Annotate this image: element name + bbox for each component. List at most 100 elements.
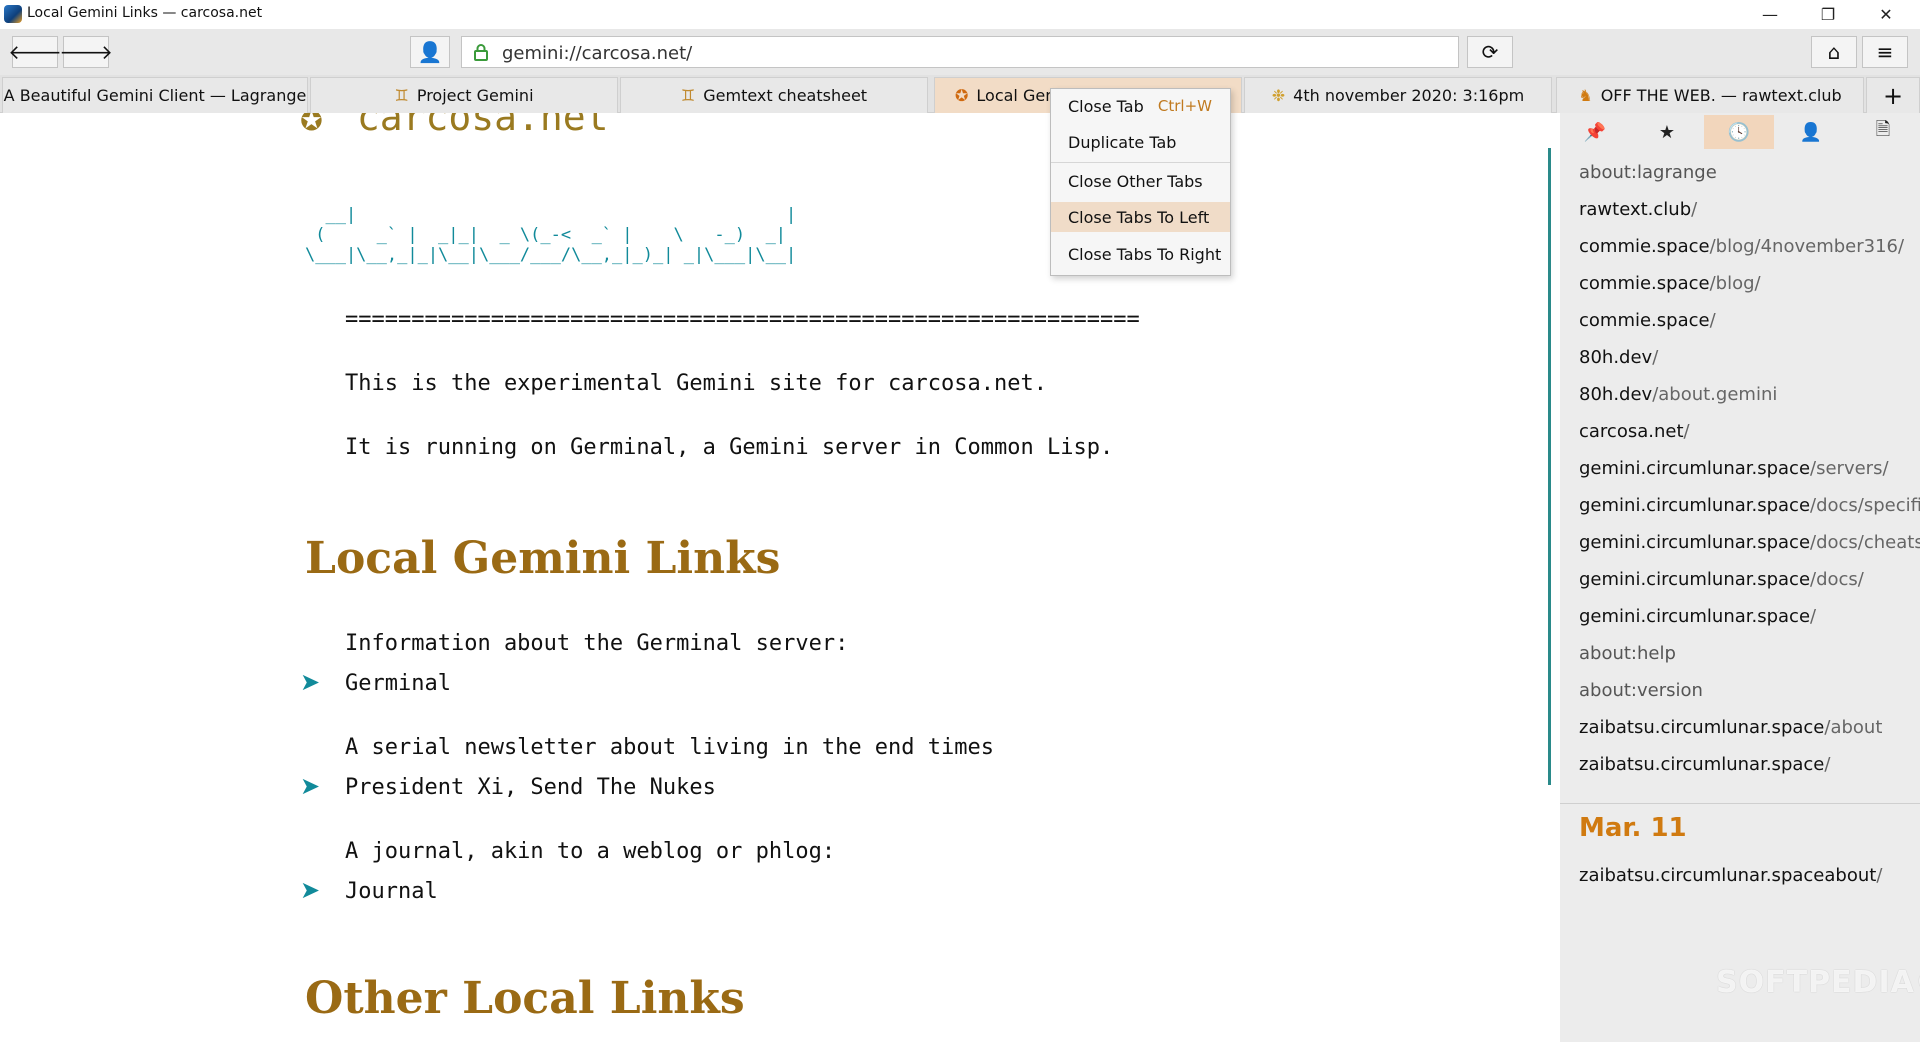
document-icon: 🗎	[1875, 119, 1891, 140]
tab-lagrange[interactable]: A Beautiful Gemini Client — Lagrange	[2, 77, 308, 113]
history-host: gemini.circumlunar.space	[1579, 606, 1811, 627]
tab-off-the-web[interactable]: ♞ OFF THE WEB. — rawtext.club	[1556, 77, 1864, 113]
home-button[interactable]: ⌂	[1811, 36, 1857, 68]
history-path: /docs/cheatshe	[1810, 532, 1920, 553]
history-path: /about.gemini	[1652, 384, 1778, 405]
menu-separator	[1051, 162, 1230, 163]
history-path: about:version	[1579, 680, 1703, 701]
menu-item-label: Close Tab	[1068, 96, 1144, 116]
history-item[interactable]: carcosa.net/	[1579, 421, 1690, 442]
history-host: 80h.dev	[1579, 384, 1653, 405]
history-item[interactable]: gemini.circumlunar.space/	[1579, 606, 1816, 627]
shortcut-label: Ctrl+W	[1157, 97, 1212, 115]
history-path: about:help	[1579, 643, 1676, 664]
pin-icon: 📌	[1583, 121, 1607, 143]
menu-item-label: Duplicate Tab	[1068, 132, 1177, 152]
history-item[interactable]: gemini.circumlunar.space/docs/specifica	[1579, 495, 1920, 516]
watermark: SOFTPEDIA®	[1716, 965, 1920, 1000]
lock-icon	[474, 44, 488, 61]
history-item[interactable]: zaibatsu.circumlunar.spaceabout/	[1579, 865, 1882, 886]
history-item[interactable]: gemini.circumlunar.space/servers/	[1579, 458, 1889, 479]
gemini-icon: ♊	[394, 86, 409, 105]
intro-paragraph-1: This is the experimental Gemini site for…	[345, 371, 1047, 396]
history-host: commie.space	[1579, 236, 1710, 257]
sidebar-tab-outline[interactable]: 🗎	[1848, 115, 1918, 149]
link-journal[interactable]: Journal	[345, 879, 438, 904]
intro-paragraph-2: It is running on Germinal, a Gemini serv…	[345, 435, 1114, 460]
history-host: zaibatsu.circumlunar.spaceabout	[1579, 865, 1877, 886]
history-path: /	[1876, 865, 1883, 886]
history-host: zaibatsu.circumlunar.space	[1579, 754, 1825, 775]
history-path: /servers/	[1810, 458, 1889, 479]
star-circle-icon: ✪	[955, 86, 969, 105]
identity-button[interactable]: 👤	[410, 36, 450, 68]
history-item[interactable]: about:help	[1579, 643, 1676, 664]
tab-bar: A Beautiful Gemini Client — Lagrange ♊ P…	[0, 75, 1920, 113]
link-president-xi[interactable]: President Xi, Send The Nukes	[345, 775, 716, 800]
history-host: gemini.circumlunar.space	[1579, 532, 1811, 553]
history-item[interactable]: 80h.dev/about.gemini	[1579, 384, 1777, 405]
menu-item-label: Close Other Tabs	[1068, 171, 1203, 191]
history-host: gemini.circumlunar.space	[1579, 458, 1811, 479]
reload-button[interactable]: ⟳	[1467, 36, 1513, 68]
history-item[interactable]: about:version	[1579, 680, 1703, 701]
menu-item-close-tabs-to-right[interactable]: Close Tabs To Right	[1051, 239, 1230, 269]
history-path: /	[1683, 421, 1690, 442]
history-item[interactable]: gemini.circumlunar.space/docs/cheatshe	[1579, 532, 1920, 553]
link-arrow-icon: ➤	[300, 877, 321, 904]
history-host: rawtext.club	[1579, 199, 1692, 220]
tab-label: Gemtext cheatsheet	[703, 86, 868, 105]
history-item[interactable]: zaibatsu.circumlunar.space/	[1579, 754, 1830, 775]
new-tab-button[interactable]: +	[1866, 77, 1920, 113]
url-field[interactable]: gemini://carcosa.net/	[461, 36, 1459, 68]
site-banner: ✪ carcosa.net	[300, 113, 609, 139]
history-item[interactable]: commie.space/blog/	[1579, 273, 1761, 294]
menu-button[interactable]: ≡	[1862, 36, 1908, 68]
minimize-button[interactable]: —	[1742, 0, 1798, 29]
sidebar-tab-pins[interactable]: 📌	[1560, 115, 1630, 149]
user-icon: 👤	[417, 40, 443, 64]
history-item[interactable]: 80h.dev/	[1579, 347, 1658, 368]
forward-button[interactable]: 🡒	[59, 36, 113, 68]
title-bar: Local Gemini Links — carcosa.net — ❐ ✕	[0, 0, 1920, 29]
history-item[interactable]: commie.space/blog/4november316/	[1579, 236, 1904, 257]
clock-icon: 🕓	[1727, 121, 1751, 143]
asterisk-icon: ❉	[1271, 86, 1286, 105]
history-host: commie.space	[1579, 273, 1710, 294]
history-item[interactable]: rawtext.club/	[1579, 199, 1697, 220]
sidebar-tab-identities[interactable]: 👤	[1776, 115, 1846, 149]
horizontal-rule-text: ========================================…	[345, 307, 1140, 332]
restore-button[interactable]: ❐	[1800, 0, 1856, 29]
hamburger-menu-icon: ≡	[1876, 40, 1894, 64]
history-host: 80h.dev	[1579, 347, 1653, 368]
history-item[interactable]: zaibatsu.circumlunar.space/about	[1579, 717, 1882, 738]
sidebar-resize-handle[interactable]	[1548, 148, 1551, 785]
menu-item-close-other-tabs[interactable]: Close Other Tabs	[1051, 166, 1230, 196]
tab-gemtext-cheatsheet[interactable]: ♊ Gemtext cheatsheet	[620, 77, 928, 113]
history-item[interactable]: commie.space/	[1579, 310, 1716, 331]
tab-4th-november[interactable]: ❉ 4th november 2020: 3:16pm	[1244, 77, 1552, 113]
close-window-button[interactable]: ✕	[1858, 0, 1914, 29]
link-arrow-icon: ➤	[300, 773, 321, 800]
menu-item-close-tabs-to-left[interactable]: Close Tabs To Left	[1051, 202, 1230, 232]
reload-icon: ⟳	[1481, 40, 1499, 64]
sidebar-divider	[1560, 803, 1920, 804]
back-button[interactable]: 🡐	[8, 36, 62, 68]
history-path: /	[1709, 310, 1716, 331]
history-item[interactable]: about:lagrange	[1579, 162, 1717, 183]
tab-label: OFF THE WEB. — rawtext.club	[1600, 86, 1842, 105]
sidebar-tab-history[interactable]: 🕓	[1704, 115, 1774, 149]
tab-project-gemini[interactable]: ♊ Project Gemini	[310, 77, 618, 113]
menu-item-close-tab[interactable]: Close Tab Ctrl+W	[1051, 91, 1230, 121]
history-path: /	[1824, 754, 1831, 775]
document-view: ✪ carcosa.net __| | ( _` | _|_| _ \(_-< …	[0, 113, 1560, 1042]
link-description: Information about the Germinal server:	[345, 631, 849, 656]
history-item[interactable]: gemini.circumlunar.space/docs/	[1579, 569, 1864, 590]
window-title: Local Gemini Links — carcosa.net	[27, 5, 263, 21]
sidebar: 📌 ★ 🕓 👤 🗎 about:lagrange rawtext.club/ c…	[1560, 113, 1920, 1042]
tab-context-menu: Close Tab Ctrl+W Duplicate Tab Close Oth…	[1050, 88, 1231, 276]
sidebar-tab-bookmarks[interactable]: ★	[1632, 115, 1702, 149]
link-germinal[interactable]: Germinal	[345, 671, 451, 696]
menu-item-duplicate-tab[interactable]: Duplicate Tab	[1051, 127, 1230, 157]
home-icon: ⌂	[1827, 40, 1841, 64]
